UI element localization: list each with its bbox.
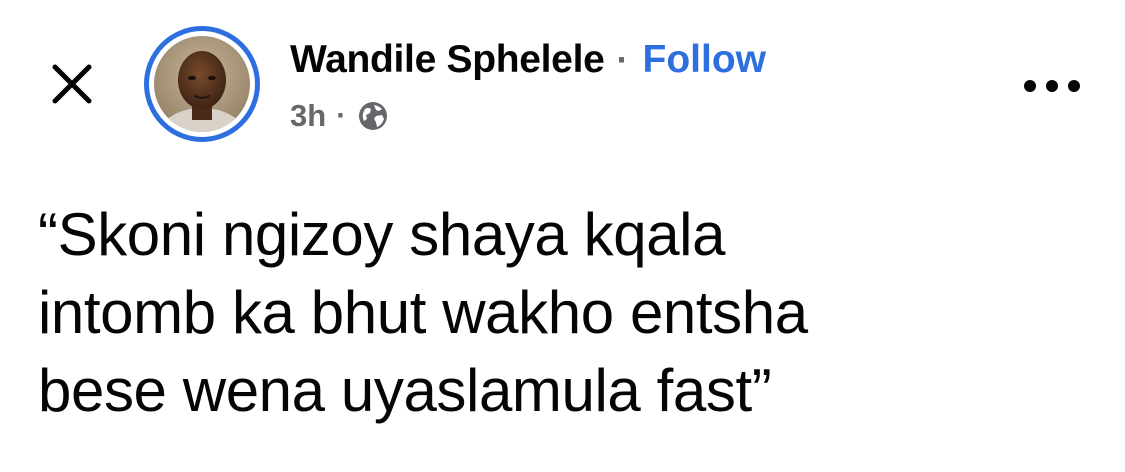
more-options-icon	[1024, 80, 1080, 92]
close-icon	[52, 64, 92, 104]
meta-separator: ·	[336, 99, 347, 132]
follow-button[interactable]: Follow	[643, 38, 766, 82]
more-options-button[interactable]	[1016, 66, 1088, 106]
globe-icon	[356, 99, 390, 133]
close-button[interactable]	[44, 56, 100, 112]
author-name[interactable]: Wandile Sphelele	[290, 38, 605, 82]
post-timestamp[interactable]: 3h	[290, 98, 326, 134]
name-separator: ·	[616, 39, 629, 80]
author-row: Wandile Sphelele · Follow	[290, 34, 766, 86]
post-text: “Skoni ngizoy shaya kqala intomb ka bhut…	[38, 201, 808, 424]
author-avatar[interactable]	[144, 26, 260, 142]
post-meta: 3h ·	[290, 94, 390, 138]
avatar-photo	[154, 36, 250, 132]
